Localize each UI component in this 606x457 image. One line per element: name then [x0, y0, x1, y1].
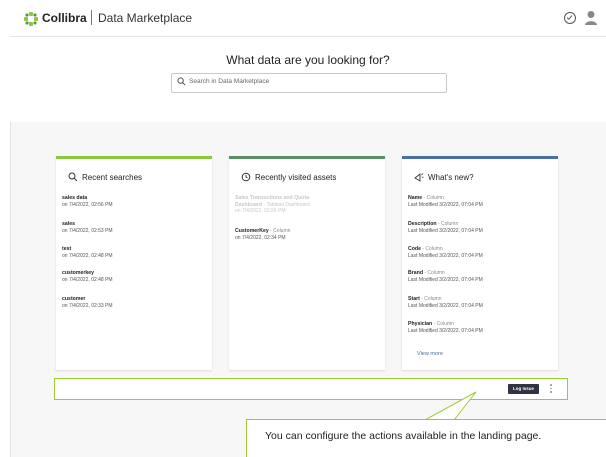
item-name[interactable]: CustomerKey: [235, 228, 269, 234]
card-accent-bar: [229, 156, 385, 159]
item-type: - Column: [268, 228, 291, 234]
log-issue-button[interactable]: Log Issue: [508, 384, 539, 394]
whats-new-item[interactable]: Physician - Column Last Modified 3/2/202…: [408, 321, 483, 334]
collibra-logo-icon: [24, 12, 38, 26]
search-icon: [68, 172, 78, 182]
visited-asset-item[interactable]: Sales Transactions and Quota Dashboard -…: [235, 195, 335, 215]
view-more-link[interactable]: View more: [417, 351, 443, 357]
item-meta: on 7/4/2022, 02:56 PM: [235, 208, 286, 214]
recent-search-item[interactable]: sales data on 7/4/2022, 02:56 PM: [62, 195, 113, 208]
hero-section: What data are you looking for? Search in…: [10, 37, 606, 122]
visited-asset-item[interactable]: CustomerKey - Column on 7/4/2022, 02:34 …: [235, 228, 290, 241]
card-accent-bar: [56, 156, 212, 159]
recently-visited-card: Recently visited assets Sales Transactio…: [229, 156, 385, 370]
whats-new-item[interactable]: Start - Column Last Modified 3/2/2022, 0…: [408, 296, 483, 309]
recent-search-item[interactable]: test on 7/4/2022, 02:48 PM: [62, 246, 113, 259]
check-circle-icon[interactable]: [564, 12, 576, 24]
item-meta: Last Modified 3/2/2022, 07:04 PM: [408, 252, 483, 259]
item-type: - Tableau Dashboard: [262, 201, 310, 208]
recent-search-item[interactable]: customer on 7/4/2022, 02:33 PM: [62, 296, 113, 309]
callout-text: You can configure the actions available …: [265, 430, 542, 442]
item-name[interactable]: Name: [408, 195, 422, 201]
item-type: - Column: [419, 296, 442, 302]
recent-search-item[interactable]: customerkey on 7/4/2022, 02:48 PM: [62, 270, 113, 283]
whats-new-card: What's new? Name - Column Last Modified …: [402, 156, 558, 370]
item-meta: Last Modified 3/2/2022, 07:04 PM: [408, 276, 483, 283]
brand-name[interactable]: Collibra: [42, 11, 87, 25]
item-name[interactable]: Brand: [408, 270, 423, 276]
item-meta: Last Modified 3/2/2022, 07:04 PM: [408, 201, 483, 208]
hero-title: What data are you looking for?: [226, 53, 390, 67]
item-meta: on 7/4/2022, 02:48 PM: [62, 276, 113, 283]
item-meta: Last Modified 3/2/2022, 07:04 PM: [408, 302, 483, 309]
whats-new-item[interactable]: Name - Column Last Modified 3/2/2022, 07…: [408, 195, 483, 208]
item-meta: Last Modified 3/2/2022, 07:04 PM: [408, 327, 483, 334]
item-meta: on 7/4/2022, 02:53 PM: [62, 227, 113, 234]
callout-box: You can configure the actions available …: [246, 419, 606, 457]
actions-bar: Log Issue: [54, 378, 568, 400]
recent-searches-card: Recent searches sales data on 7/4/2022, …: [56, 156, 212, 370]
brand-divider: [91, 10, 92, 25]
item-meta: on 7/4/2022, 02:34 PM: [235, 234, 286, 241]
item-name[interactable]: Physician: [408, 321, 432, 327]
card-title: Recent searches: [82, 173, 143, 182]
item-meta: Last Modified 3/2/2022, 07:04 PM: [408, 227, 483, 234]
item-meta: on 7/4/2022, 02:48 PM: [62, 252, 113, 259]
card-accent-bar: [402, 156, 558, 159]
item-name[interactable]: Description: [408, 221, 437, 227]
item-type: - Column: [423, 270, 445, 276]
product-name[interactable]: Data Marketplace: [98, 11, 192, 25]
whats-new-item[interactable]: Brand - Column Last Modified 3/2/2022, 0…: [408, 270, 483, 283]
item-type: - Column: [420, 246, 443, 252]
megaphone-icon: [414, 173, 424, 182]
kebab-menu-icon[interactable]: [550, 384, 552, 394]
item-name[interactable]: Code: [408, 246, 421, 252]
search-input[interactable]: Search in Data Marketplace: [171, 73, 447, 93]
card-title: What's new?: [428, 173, 474, 182]
search-placeholder: Search in Data Marketplace: [189, 78, 270, 85]
item-type: - Column: [432, 321, 454, 327]
whats-new-item[interactable]: Code - Column Last Modified 3/2/2022, 07…: [408, 246, 483, 259]
clock-history-icon: [241, 172, 251, 182]
search-icon: [177, 77, 186, 86]
item-name[interactable]: Start: [408, 296, 420, 302]
item-type: - Column: [436, 221, 459, 227]
user-avatar-icon[interactable]: [584, 10, 598, 26]
item-type: - Column: [422, 195, 444, 201]
whats-new-item[interactable]: Description - Column Last Modified 3/2/2…: [408, 221, 483, 234]
item-meta: on 7/4/2022, 02:56 PM: [62, 201, 113, 208]
card-title: Recently visited assets: [255, 173, 337, 182]
recent-search-item[interactable]: sales on 7/4/2022, 02:53 PM: [62, 221, 113, 234]
item-meta: on 7/4/2022, 02:33 PM: [62, 302, 113, 309]
top-bar: Collibra Data Marketplace: [10, 0, 606, 37]
